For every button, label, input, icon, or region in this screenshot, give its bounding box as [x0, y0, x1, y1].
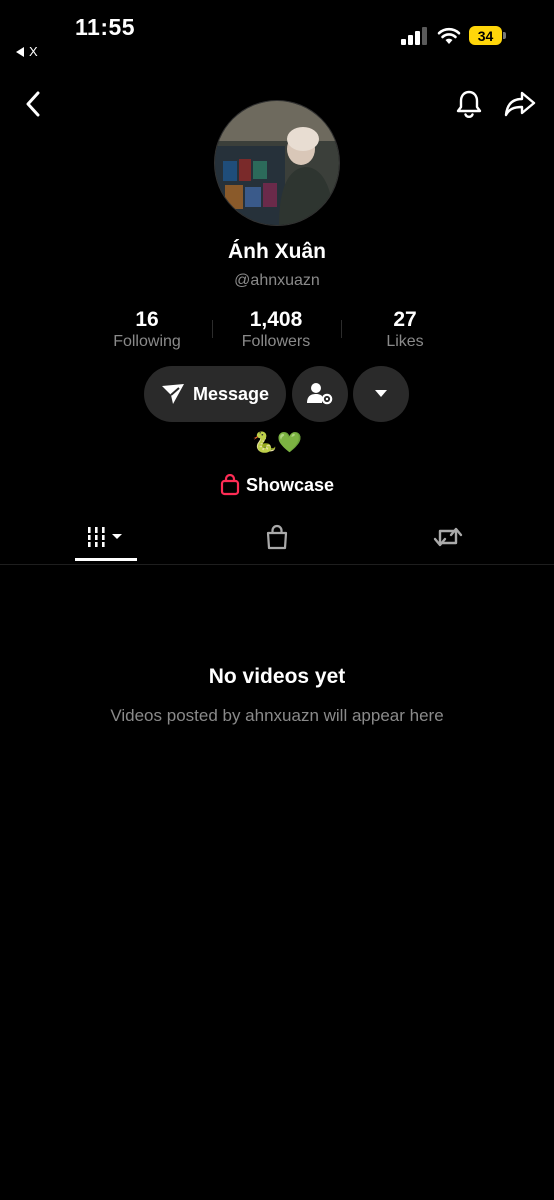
profile-avatar[interactable]: [214, 100, 340, 226]
stat-likes-value: 27: [393, 308, 417, 331]
share-button[interactable]: [502, 86, 538, 122]
message-button[interactable]: Message: [144, 366, 286, 422]
stat-likes-label: Likes: [386, 333, 424, 350]
shopping-bag-icon: [266, 524, 288, 550]
status-icons: 34: [401, 26, 506, 45]
tab-videos[interactable]: [75, 512, 137, 562]
user-settings-icon: [307, 383, 333, 405]
share-arrow-icon: [504, 91, 536, 117]
back-triangle-icon: [16, 46, 24, 57]
repost-icon: [433, 527, 463, 547]
wifi-icon: [437, 27, 461, 44]
signal-icon: [401, 26, 427, 45]
more-options-button[interactable]: [353, 366, 409, 422]
empty-state-subtitle: Videos posted by ahnxuazn will appear he…: [110, 706, 444, 725]
notifications-button[interactable]: [451, 86, 487, 122]
profile-bio: 🐍💚: [252, 432, 302, 454]
showcase-label: Showcase: [245, 474, 335, 495]
profile-name: Ánh Xuân: [228, 240, 326, 263]
message-button-label: Message: [192, 383, 270, 404]
send-icon: [161, 384, 184, 404]
status-time: 11:55: [75, 14, 136, 40]
showcase-link[interactable]: Showcase: [0, 474, 554, 496]
stat-followers[interactable]: 1,408 Followers: [216, 308, 336, 351]
caret-down-icon: [375, 390, 387, 397]
stat-likes[interactable]: 27 Likes: [345, 308, 465, 351]
stat-divider: [341, 320, 342, 338]
empty-state-title: No videos yet: [208, 665, 346, 688]
battery-indicator: 34: [469, 26, 502, 45]
profile-handle: @ahnxuazn: [234, 272, 320, 289]
tab-selected-indicator: [75, 558, 137, 561]
back-to-app-link[interactable]: X: [16, 44, 38, 59]
stat-followers-value: 1,408: [249, 308, 303, 331]
back-app-label: X: [29, 44, 38, 59]
tab-reposts[interactable]: [417, 512, 479, 562]
follow-settings-button[interactable]: [292, 366, 348, 422]
stat-following-label: Following: [113, 333, 181, 350]
stat-following[interactable]: 16 Following: [87, 308, 207, 351]
avatar-image: [215, 101, 339, 225]
bell-icon: [456, 90, 482, 118]
back-button[interactable]: [15, 86, 51, 122]
stat-divider: [212, 320, 213, 338]
shopping-bag-icon: [220, 474, 240, 496]
videos-grid-icon: [86, 527, 122, 547]
chevron-left-icon: [26, 91, 40, 117]
stat-following-value: 16: [135, 308, 159, 331]
stat-followers-label: Followers: [241, 333, 311, 350]
tab-shop[interactable]: [246, 512, 308, 562]
